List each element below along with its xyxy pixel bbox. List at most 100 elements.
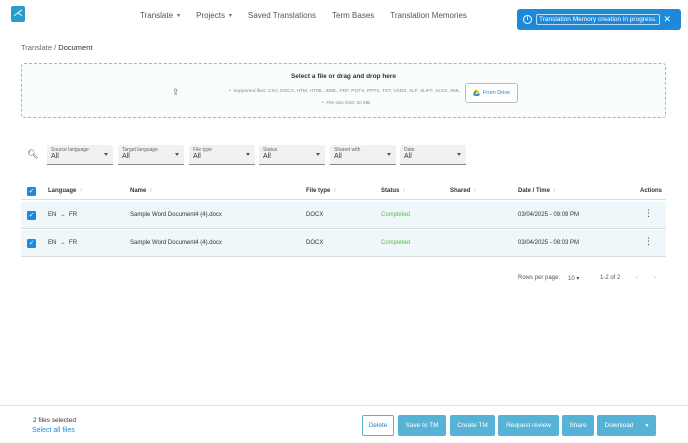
- chevron-down-icon: [175, 153, 179, 156]
- source-language: EN: [48, 212, 57, 218]
- row-checkbox[interactable]: ✓: [27, 239, 36, 248]
- main-nav: Translate ▾ Projects ▾ Saved Translation…: [140, 11, 483, 20]
- date-time: 03/04/2025 - 08:03 PM: [518, 240, 580, 246]
- delete-button[interactable]: Delete: [362, 415, 394, 436]
- more-vert-icon[interactable]: ⋮: [644, 237, 653, 246]
- top-navbar: ⋌ Translate ▾ Projects ▾ Saved Translati…: [0, 0, 688, 34]
- nav-saved-label: Saved Translations: [248, 11, 317, 20]
- info-icon: i: [523, 15, 532, 24]
- page-range: 1-2 of 2: [600, 275, 621, 281]
- column-filetype-label: File type: [306, 188, 331, 194]
- selected-count: 2 files selected: [33, 417, 76, 424]
- nav-translate[interactable]: Translate ▾: [140, 11, 180, 20]
- nav-translate-label: Translate: [140, 11, 174, 20]
- breadcrumb: Translate / Document: [21, 43, 92, 52]
- arrow-right-icon: →: [59, 212, 66, 218]
- status-text: Completed: [381, 212, 411, 218]
- chevron-down-icon: ▾: [228, 13, 232, 19]
- chevron-down-icon: ▾: [645, 423, 649, 429]
- save-to-tm-button[interactable]: Save to TM: [398, 415, 446, 436]
- close-icon[interactable]: ✕: [663, 14, 671, 25]
- language-pair: EN → FR: [48, 212, 77, 218]
- filter-value: All: [193, 153, 201, 160]
- nav-projects[interactable]: Projects ▾: [196, 11, 232, 20]
- request-review-button[interactable]: Request review: [498, 415, 559, 436]
- supported-files-text: • Supported files: CSV, DOCX, HTM, HTML,…: [229, 89, 460, 94]
- filter-value: All: [51, 153, 59, 160]
- from-drive-button[interactable]: From Drive: [465, 83, 518, 103]
- download-button[interactable]: Download ▾: [597, 415, 656, 436]
- more-vert-icon[interactable]: ⋮: [644, 209, 653, 218]
- column-date-time[interactable]: Date / Time ↑: [518, 188, 556, 194]
- upload-icon: ⇪: [172, 87, 180, 97]
- download-label: Download: [604, 422, 634, 429]
- target-language: FR: [69, 240, 78, 246]
- select-all-link[interactable]: Select all files: [32, 427, 75, 434]
- filter-target-language[interactable]: Target language All: [118, 145, 184, 165]
- chevron-down-icon: [387, 153, 391, 156]
- breadcrumb-parent[interactable]: Translate: [21, 43, 52, 52]
- file-name[interactable]: Sample Word Document4 (4).docx: [130, 240, 222, 246]
- file-name[interactable]: Sample Word Document4 (4).docx: [130, 212, 222, 218]
- chevron-down-icon: [104, 153, 108, 156]
- nav-tm-label: Translation Memories: [390, 11, 467, 20]
- rows-per-page-select[interactable]: 10 ▾: [568, 275, 579, 282]
- filter-value: All: [334, 153, 342, 160]
- prev-page-icon[interactable]: ‹: [636, 275, 638, 281]
- chevron-down-icon: ▾: [576, 276, 580, 282]
- search-icon[interactable]: 🔍︎: [27, 149, 38, 160]
- file-type: DOCX: [306, 212, 324, 218]
- filter-source-language[interactable]: Source language All: [47, 145, 113, 165]
- file-size-limit-value: File size limit: 20 MB: [326, 101, 371, 106]
- column-name-label: Name: [130, 188, 147, 194]
- nav-translation-memories[interactable]: Translation Memories: [390, 11, 467, 20]
- language-pair: EN → FR: [48, 240, 77, 246]
- google-drive-icon: [472, 90, 480, 96]
- table-row[interactable]: ✓ EN → FR Sample Word Document4 (4).docx…: [21, 230, 666, 257]
- column-shared-label: Shared: [450, 188, 471, 194]
- nav-term-bases[interactable]: Term Bases: [332, 11, 374, 20]
- table-header: ✓ Language ↑ Name ↑ File type ↑ Status ↑ Sha…: [21, 183, 666, 200]
- filter-value: All: [122, 153, 130, 160]
- column-file-type[interactable]: File type ↑: [306, 188, 336, 194]
- arrow-right-icon: →: [59, 240, 66, 246]
- share-button[interactable]: Share: [562, 415, 594, 436]
- sort-arrow-icon: ↑: [552, 188, 556, 194]
- column-status[interactable]: Status ↑: [381, 188, 405, 194]
- filter-file-type[interactable]: File type All: [189, 145, 255, 165]
- filter-shared-with[interactable]: Shared with All: [330, 145, 396, 165]
- supported-files-value: Supported files: CSV, DOCX, HTM, HTML, I…: [233, 89, 460, 94]
- date-time: 03/04/2025 - 09:09 PM: [518, 212, 580, 218]
- next-page-icon[interactable]: ›: [654, 275, 656, 281]
- dropzone-title: Select a file or drag and drop here: [290, 73, 397, 80]
- create-tm-button[interactable]: Create TM: [450, 415, 495, 436]
- from-drive-label: From Drive: [482, 90, 511, 96]
- app-logo-icon[interactable]: ⋌: [11, 6, 25, 22]
- sort-arrow-icon: ↑: [402, 188, 406, 194]
- breadcrumb-current: Document: [58, 43, 93, 52]
- status-text: Completed: [381, 240, 411, 246]
- bulk-action-bar: 2 files selected Select all files Delete…: [0, 405, 688, 443]
- filter-value: All: [263, 153, 271, 160]
- file-size-limit-text: • File size limit: 20 MB: [322, 101, 371, 106]
- breadcrumb-separator: /: [54, 43, 57, 52]
- column-language-label: Language: [48, 188, 77, 194]
- nav-saved-translations[interactable]: Saved Translations: [248, 11, 316, 20]
- filter-status[interactable]: Status All: [259, 145, 325, 165]
- select-all-checkbox[interactable]: ✓: [27, 187, 36, 196]
- chevron-down-icon: ▾: [177, 13, 181, 19]
- sort-arrow-icon: ↑: [79, 188, 83, 194]
- chevron-down-icon: [457, 153, 461, 156]
- sort-arrow-icon: ↑: [333, 188, 337, 194]
- column-language[interactable]: Language ↑: [48, 188, 82, 194]
- table-row[interactable]: ✓ EN → FR Sample Word Document4 (4).docx…: [21, 202, 666, 229]
- nav-projects-label: Projects: [196, 11, 225, 20]
- file-type: DOCX: [306, 240, 324, 246]
- filter-date[interactable]: Date All: [400, 145, 466, 165]
- nav-termbases-label: Term Bases: [332, 11, 375, 20]
- column-shared[interactable]: Shared ↑: [450, 188, 476, 194]
- file-dropzone[interactable]: Select a file or drag and drop here ⇪ • …: [21, 63, 666, 118]
- row-checkbox[interactable]: ✓: [27, 211, 36, 220]
- rows-per-page-label: Rows per page:: [518, 275, 561, 281]
- column-name[interactable]: Name ↑: [130, 188, 152, 194]
